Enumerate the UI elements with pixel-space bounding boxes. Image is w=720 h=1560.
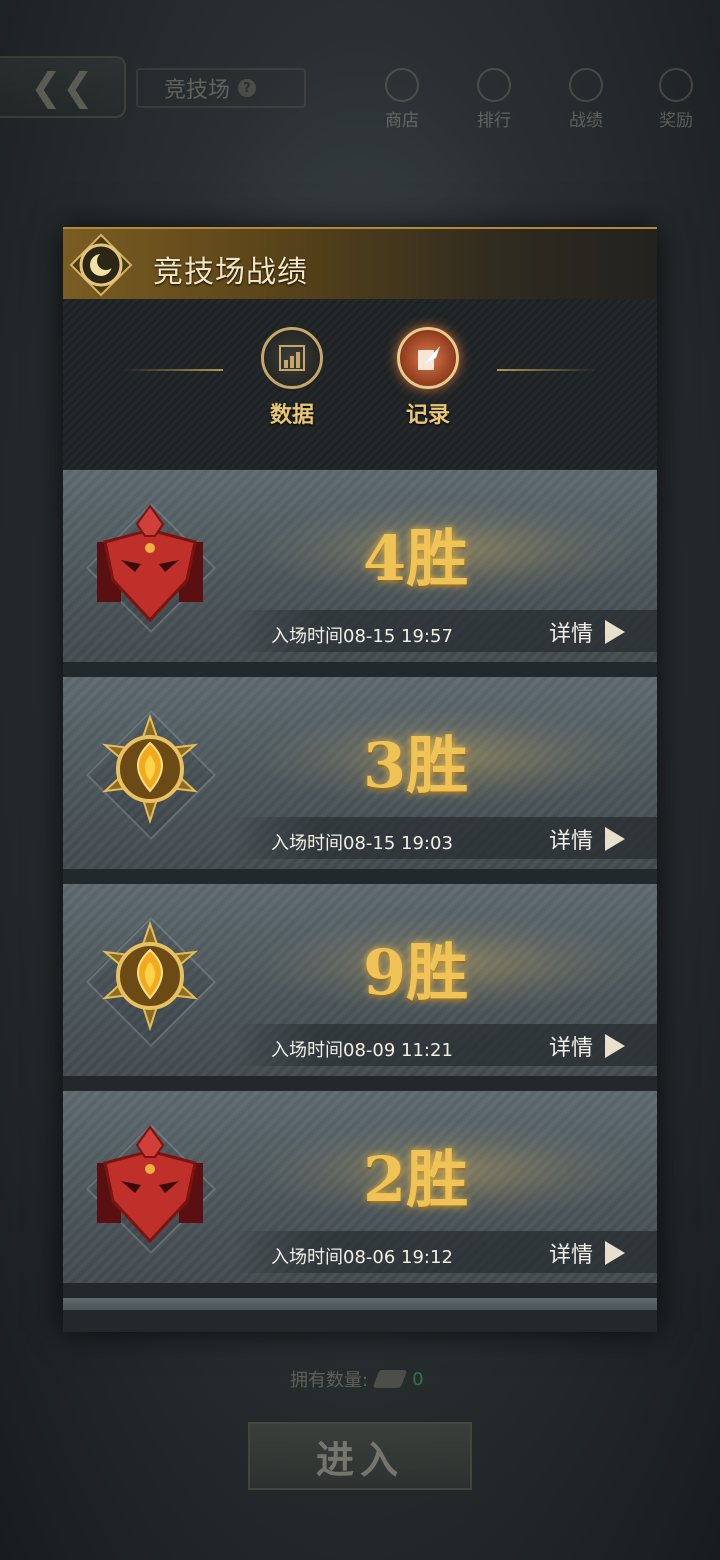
play-arrow-icon: [605, 1241, 626, 1265]
arena-record-panel: 竞技场战绩 数据 记录 4胜 入场时间08-15 19:57 详情 3胜 入场时…: [63, 227, 657, 1332]
play-arrow-icon: [605, 620, 626, 644]
detail-button[interactable]: 详情: [549, 616, 626, 648]
tab-area: [63, 299, 657, 469]
back-arrow-icon: ❮❮: [30, 65, 94, 109]
detail-button[interactable]: 详情: [549, 1237, 626, 1269]
arena-emblem-icon: [69, 233, 133, 297]
play-arrow-icon: [605, 1034, 626, 1058]
detail-button[interactable]: 详情: [549, 1030, 626, 1062]
ticket-icon: [372, 1370, 408, 1388]
entry-time: 入场时间08-15 19:03: [271, 833, 453, 854]
divider-left: [123, 369, 223, 371]
record-item-partial: [63, 1298, 657, 1310]
back-button[interactable]: ❮❮: [0, 56, 126, 118]
wins-count: 3胜: [363, 729, 469, 802]
panel-header: 竞技场战绩: [63, 227, 657, 299]
gold-crest-badge-icon: [101, 713, 199, 825]
background-topbar: ❮❮ 竞技场 ? 商店 排行 战绩 奖励: [0, 0, 720, 150]
record-item[interactable]: 2胜 入场时间08-06 19:12 详情: [63, 1091, 657, 1283]
wins-count: 4胜: [363, 522, 469, 595]
panel-title: 竞技场战绩: [153, 255, 308, 290]
trophy-icon: [477, 68, 511, 102]
red-mask-badge-icon: [97, 1125, 203, 1244]
entry-time: 入场时间08-15 19:57: [271, 626, 453, 647]
chart-icon: [279, 345, 305, 371]
entry-time: 入场时间08-06 19:12: [271, 1247, 453, 1268]
entry-time: 入场时间08-09 11:21: [271, 1040, 453, 1061]
record-item[interactable]: 4胜 入场时间08-15 19:57 详情: [63, 470, 657, 662]
shop-icon: [385, 68, 419, 102]
nav-ranking[interactable]: 排行: [464, 68, 524, 131]
record-item[interactable]: 9胜 入场时间08-09 11:21 详情: [63, 884, 657, 1076]
reward-icon: [659, 68, 693, 102]
nav-reward[interactable]: 奖励: [646, 68, 706, 131]
record-item[interactable]: 3胜 入场时间08-15 19:03 详情: [63, 677, 657, 869]
gold-crest-badge-icon: [101, 920, 199, 1032]
shield-icon: [569, 68, 603, 102]
nav-record[interactable]: 战绩: [556, 68, 616, 131]
help-icon[interactable]: ?: [238, 79, 257, 97]
divider-right: [497, 369, 597, 371]
wins-count: 9胜: [363, 936, 469, 1009]
arena-title: 竞技场 ?: [136, 68, 306, 108]
red-mask-badge-icon: [97, 504, 203, 623]
record-list: 4胜 入场时间08-15 19:57 详情 3胜 入场时间08-15 19:03…: [63, 470, 657, 1310]
wins-count: 2胜: [363, 1143, 469, 1216]
tab-data[interactable]: 数据: [257, 327, 327, 429]
owned-count: 拥有数量: 0: [290, 1368, 424, 1392]
play-arrow-icon: [605, 827, 626, 851]
enter-button[interactable]: 进入: [248, 1422, 472, 1490]
nav-shop[interactable]: 商店: [372, 68, 432, 131]
quill-icon: [418, 346, 440, 370]
tab-records[interactable]: 记录: [393, 327, 463, 429]
arena-title-text: 竞技场: [164, 78, 231, 103]
detail-button[interactable]: 详情: [549, 823, 626, 855]
